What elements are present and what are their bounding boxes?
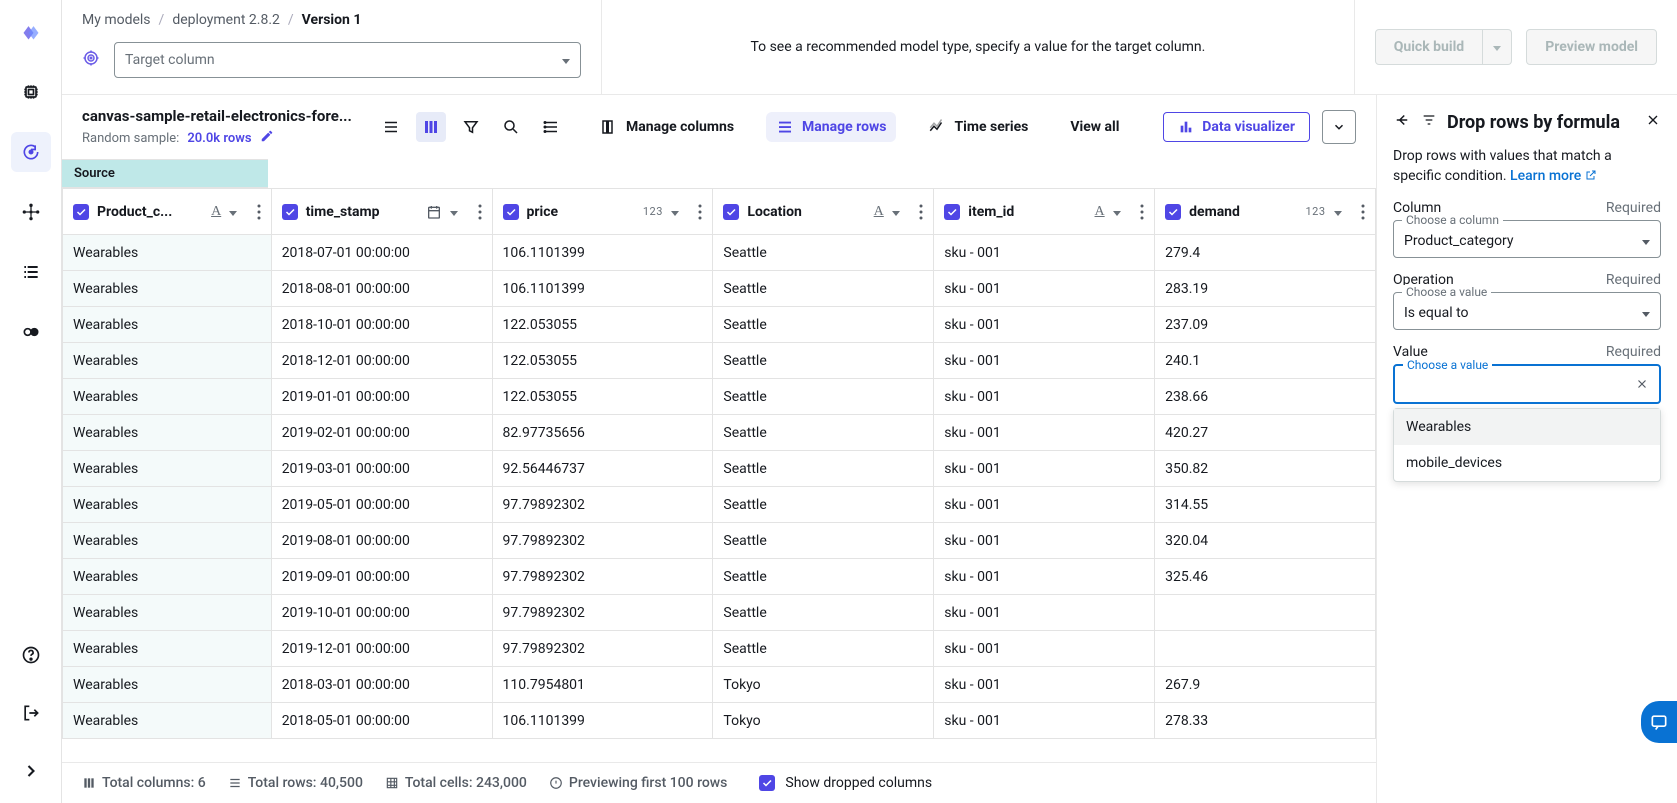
value-select[interactable]: Choose a value [1393, 364, 1661, 404]
table-row[interactable]: Wearables2019-10-01 00:00:0097.79892302S… [63, 595, 1376, 631]
table-row[interactable]: Wearables2019-03-01 00:00:0092.56446737S… [63, 451, 1376, 487]
table-row[interactable]: Wearables2018-03-01 00:00:00110.7954801T… [63, 667, 1376, 703]
close-icon[interactable] [1645, 112, 1661, 132]
hub-icon[interactable] [11, 192, 51, 232]
crumb-version: Version 1 [302, 12, 362, 28]
crumb-deployment[interactable]: deployment 2.8.2 [172, 12, 280, 28]
list-icon[interactable] [11, 252, 51, 292]
table-row[interactable]: Wearables2019-05-01 00:00:0097.79892302S… [63, 487, 1376, 523]
clear-icon[interactable] [1635, 377, 1649, 395]
column-header[interactable]: item_idA [934, 189, 1155, 235]
rows-link[interactable]: 20.0k rows [187, 131, 251, 146]
option-mobile-devices[interactable]: mobile_devices [1394, 445, 1660, 481]
table-row[interactable]: Wearables2018-12-01 00:00:00122.053055Se… [63, 343, 1376, 379]
manage-rows-button[interactable]: Manage rows [766, 112, 896, 142]
logout-icon[interactable] [11, 693, 51, 733]
chat-fab[interactable] [1641, 701, 1677, 743]
left-nav [0, 0, 62, 803]
data-table: Product_c...A time_stamp price123 Locati… [62, 188, 1376, 739]
crumb-models[interactable]: My models [82, 12, 151, 28]
manage-columns-button[interactable]: Manage columns [590, 112, 744, 142]
drop-rows-panel: Drop rows by formula Drop rows with valu… [1377, 95, 1677, 803]
view-all-button[interactable]: View all [1060, 113, 1129, 141]
filter-icon[interactable] [456, 112, 486, 142]
more-button[interactable] [1322, 110, 1356, 144]
show-dropped-checkbox[interactable] [759, 775, 775, 791]
filter-small-icon [1421, 112, 1437, 132]
dataset-title: canvas-sample-retail-electronics-fore... [82, 107, 362, 125]
hint-text: To see a recommended model type, specify… [602, 0, 1355, 94]
breadcrumb: My models/ deployment 2.8.2/ Version 1 [82, 12, 581, 28]
source-badge: Source [62, 159, 268, 188]
view-list-icon[interactable] [376, 112, 406, 142]
preview-model-button: Preview model [1526, 29, 1657, 65]
column-header[interactable]: price123 [492, 189, 713, 235]
panel-description: Drop rows with values that match a speci… [1393, 147, 1661, 186]
table-row[interactable]: Wearables2019-02-01 00:00:0082.97735656S… [63, 415, 1376, 451]
column-header[interactable]: LocationA [713, 189, 934, 235]
table-row[interactable]: Wearables2019-12-01 00:00:0097.79892302S… [63, 631, 1376, 667]
preview-info: Previewing first 100 rows [549, 775, 728, 791]
quick-build-button: Quick build [1375, 29, 1512, 65]
column-header[interactable]: Product_c...A [63, 189, 272, 235]
show-dropped-label: Show dropped columns [785, 775, 932, 791]
toggle-icon[interactable] [11, 312, 51, 352]
column-select[interactable]: Choose a column Product_category [1393, 220, 1661, 258]
expand-nav-icon[interactable] [11, 751, 51, 791]
sample-label: Random sample: [82, 131, 179, 146]
refresh-icon[interactable] [11, 132, 51, 172]
table-row[interactable]: Wearables2018-10-01 00:00:00122.053055Se… [63, 307, 1376, 343]
table-row[interactable]: Wearables2018-08-01 00:00:00106.1101399S… [63, 271, 1376, 307]
time-series-button[interactable]: Time series [918, 112, 1038, 142]
chip-icon[interactable] [11, 72, 51, 112]
option-wearables[interactable]: Wearables [1394, 409, 1660, 445]
edit-icon[interactable] [260, 129, 274, 147]
learn-more-link[interactable]: Learn more [1510, 168, 1597, 184]
table-row[interactable]: Wearables2018-05-01 00:00:00106.1101399T… [63, 703, 1376, 739]
total-cols: Total columns: 6 [82, 775, 206, 791]
table-row[interactable]: Wearables2018-07-01 00:00:00106.1101399S… [63, 235, 1376, 271]
operation-select[interactable]: Choose a value Is equal to [1393, 292, 1661, 330]
total-rows: Total rows: 40,500 [228, 775, 363, 791]
column-header[interactable]: demand123 [1155, 189, 1376, 235]
help-icon[interactable] [11, 635, 51, 675]
column-header[interactable]: time_stamp [271, 189, 492, 235]
target-column-select[interactable]: Target column [114, 42, 581, 78]
back-icon[interactable] [1393, 111, 1411, 133]
table-row[interactable]: Wearables2019-08-01 00:00:0097.79892302S… [63, 523, 1376, 559]
topbar: My models/ deployment 2.8.2/ Version 1 T… [62, 0, 1677, 95]
table-row[interactable]: Wearables2019-01-01 00:00:00122.053055Se… [63, 379, 1376, 415]
data-visualizer-button[interactable]: Data visualizer [1163, 112, 1310, 142]
steps-icon[interactable] [536, 112, 566, 142]
logo-icon[interactable] [11, 12, 51, 52]
target-icon [82, 49, 100, 71]
panel-title: Drop rows by formula [1447, 112, 1635, 133]
footer: Total columns: 6 Total rows: 40,500 Tota… [62, 762, 1376, 803]
value-dropdown: Wearables mobile_devices [1393, 408, 1661, 482]
table-row[interactable]: Wearables2019-09-01 00:00:0097.79892302S… [63, 559, 1376, 595]
total-cells: Total cells: 243,000 [385, 775, 527, 791]
search-icon[interactable] [496, 112, 526, 142]
view-grid-icon[interactable] [416, 112, 446, 142]
